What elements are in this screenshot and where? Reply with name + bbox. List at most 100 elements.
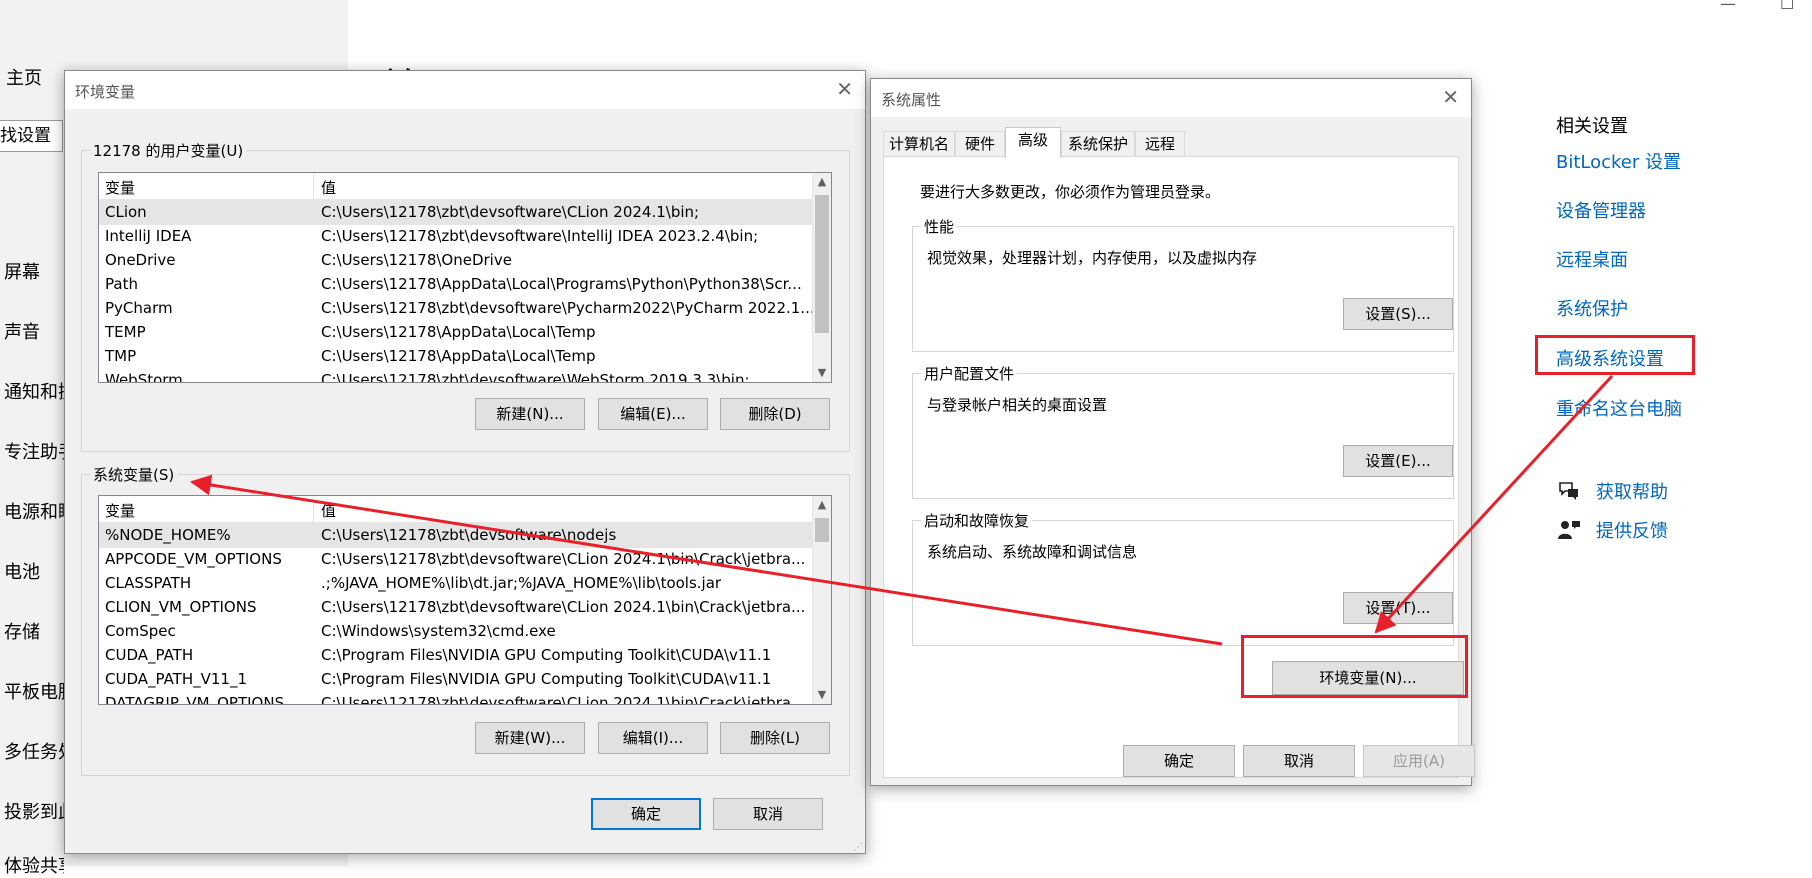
table-row[interactable]: CLION_VM_OPTIONS C:\Users\12178\zbt\devso… bbox=[99, 595, 813, 620]
sidebar-item-tablet[interactable]: 平板电脑 bbox=[4, 678, 64, 704]
highlight-advanced-settings-box bbox=[1535, 335, 1695, 375]
sidebar-item-battery[interactable]: 电池 bbox=[4, 558, 64, 584]
table-row[interactable]: APPCODE_VM_OPTIONS C:\Users\12178\zbt\dev… bbox=[99, 547, 813, 572]
table-row[interactable]: OneDrive C:\Users\12178\OneDrive bbox=[99, 248, 813, 273]
column-header-value[interactable]: 值 bbox=[321, 500, 336, 521]
column-divider bbox=[313, 496, 314, 522]
env-cancel-button[interactable]: 取消 bbox=[713, 798, 823, 830]
table-row[interactable]: PyCharm C:\Users\12178\zbt\devsoftware\Py… bbox=[99, 296, 813, 321]
performance-label: 性能 bbox=[921, 216, 958, 237]
admin-note: 要进行大多数更改，你必须作为管理员登录。 bbox=[920, 183, 1221, 201]
resize-grip-icon[interactable]: ⋰ bbox=[853, 842, 863, 853]
sidebar-item-sound[interactable]: 声音 bbox=[4, 318, 64, 344]
sidebar-item-multitasking[interactable]: 多任务处理 bbox=[4, 738, 64, 764]
table-row[interactable]: DATAGRIP_VM_OPTIONS C:\Users\12178\zbt\de… bbox=[99, 691, 813, 704]
table-row[interactable]: TMP C:\Users\12178\AppData\Local\Temp bbox=[99, 344, 813, 369]
table-row[interactable]: CUDA_PATH_V11_1 C:\Program Files\NVIDIA G… bbox=[99, 667, 813, 692]
performance-description: 视觉效果，处理器计划，内存使用，以及虚拟内存 bbox=[927, 249, 1258, 267]
sys-dialog-title: 系统属性 bbox=[881, 91, 942, 109]
environment-variables-dialog: 环境变量 ✕ 12178 的用户变量(U) 变量 值 CLion C:\Users… bbox=[64, 70, 866, 854]
system-list-scrollbar[interactable]: ▲ ▼ bbox=[812, 496, 831, 704]
sidebar-item-focus[interactable]: 专注助手 bbox=[4, 438, 64, 464]
system-protection-link[interactable]: 系统保护 bbox=[1556, 295, 1628, 321]
scroll-thumb[interactable] bbox=[815, 195, 829, 333]
tab-remote[interactable]: 远程 bbox=[1135, 131, 1185, 157]
get-help-link[interactable]: 获取帮助 bbox=[1556, 478, 1668, 504]
performance-settings-button[interactable]: 设置(S)... bbox=[1343, 298, 1453, 330]
get-help-label: 获取帮助 bbox=[1596, 482, 1668, 503]
sidebar-item-notifications[interactable]: 通知和操作 bbox=[4, 378, 64, 404]
table-row[interactable]: %NODE_HOME% C:\Users\12178\zbt\devsoftwar… bbox=[99, 523, 813, 548]
sidebar-home[interactable]: 主页 bbox=[6, 64, 42, 90]
sys-ok-button[interactable]: 确定 bbox=[1123, 745, 1235, 777]
user-list-scrollbar[interactable]: ▲ ▼ bbox=[812, 173, 831, 382]
list-header: 变量 值 bbox=[99, 173, 813, 200]
startup-recovery-group: 启动和故障恢复 系统启动、系统故障和调试信息 设置(T)... bbox=[912, 510, 1454, 646]
user-edit-button[interactable]: 编辑(E)... bbox=[598, 398, 708, 430]
table-row[interactable]: TEMP C:\Users\12178\AppData\Local\Temp bbox=[99, 320, 813, 345]
highlight-env-button-box bbox=[1241, 635, 1468, 698]
user-profiles-description: 与登录帐户相关的桌面设置 bbox=[927, 396, 1108, 414]
column-header-value[interactable]: 值 bbox=[321, 177, 336, 198]
related-settings-title: 相关设置 bbox=[1556, 116, 1628, 137]
user-variables-label: 12178 的用户变量(U) bbox=[90, 140, 247, 161]
sidebar-item-power[interactable]: 电源和睡眠 bbox=[4, 498, 64, 524]
minimize-icon[interactable]: — bbox=[1720, 0, 1736, 13]
sidebar-item-shared[interactable]: 体验共享 bbox=[4, 852, 64, 878]
scroll-thumb[interactable] bbox=[815, 518, 829, 542]
user-new-button[interactable]: 新建(N)... bbox=[475, 398, 585, 430]
user-profiles-group: 用户配置文件 与登录帐户相关的桌面设置 设置(E)... bbox=[912, 363, 1454, 499]
column-header-name[interactable]: 变量 bbox=[105, 500, 135, 521]
scroll-down-icon[interactable]: ▼ bbox=[813, 364, 831, 382]
system-new-button[interactable]: 新建(W)... bbox=[475, 722, 585, 754]
table-row[interactable]: CLion C:\Users\12178\zbt\devsoftware\CLio… bbox=[99, 200, 813, 225]
user-delete-button[interactable]: 删除(D) bbox=[720, 398, 830, 430]
table-row[interactable]: WebStorm C:\Users\12178\zbt\devsoftware\W… bbox=[99, 368, 813, 382]
sidebar-item-projecting[interactable]: 投影到此电脑 bbox=[4, 798, 64, 824]
sys-apply-button[interactable]: 应用(A) bbox=[1363, 745, 1475, 777]
scroll-up-icon[interactable]: ▲ bbox=[813, 496, 831, 514]
user-variables-list[interactable]: 变量 值 CLion C:\Users\12178\zbt\devsoftware… bbox=[98, 172, 832, 383]
remote-desktop-link[interactable]: 远程桌面 bbox=[1556, 246, 1628, 272]
table-row[interactable]: CUDA_PATH C:\Program Files\NVIDIA GPU Com… bbox=[99, 643, 813, 668]
settings-search-input[interactable]: 找设置 bbox=[0, 120, 63, 152]
env-dialog-titlebar: 环境变量 ✕ bbox=[65, 71, 865, 109]
sidebar-item-storage[interactable]: 存储 bbox=[4, 618, 64, 644]
column-header-name[interactable]: 变量 bbox=[105, 177, 135, 198]
user-profiles-settings-button[interactable]: 设置(E)... bbox=[1343, 445, 1453, 477]
system-variables-list[interactable]: 变量 值 %NODE_HOME% C:\Users\12178\zbt\devso… bbox=[98, 495, 832, 705]
system-delete-button[interactable]: 删除(L) bbox=[720, 722, 830, 754]
env-ok-button[interactable]: 确定 bbox=[591, 798, 701, 830]
sys-cancel-button[interactable]: 取消 bbox=[1243, 745, 1355, 777]
close-icon[interactable]: ✕ bbox=[836, 77, 853, 101]
startup-recovery-description: 系统启动、系统故障和调试信息 bbox=[927, 543, 1138, 561]
tab-system-protection[interactable]: 系统保护 bbox=[1061, 131, 1135, 157]
table-row[interactable]: IntelliJ IDEA C:\Users\12178\zbt\devsoftw… bbox=[99, 224, 813, 249]
startup-recovery-label: 启动和故障恢复 bbox=[921, 510, 1033, 531]
help-chat-icon bbox=[1556, 480, 1582, 502]
scroll-down-icon[interactable]: ▼ bbox=[813, 686, 831, 704]
scroll-up-icon[interactable]: ▲ bbox=[813, 173, 831, 191]
sidebar-item-display[interactable]: 屏幕 bbox=[4, 258, 64, 284]
performance-group: 性能 视觉效果，处理器计划，内存使用，以及虚拟内存 设置(S)... bbox=[912, 216, 1454, 352]
feedback-link[interactable]: 提供反馈 bbox=[1556, 517, 1668, 543]
startup-recovery-settings-button[interactable]: 设置(T)... bbox=[1343, 592, 1453, 624]
table-row[interactable]: Path C:\Users\12178\AppData\Local\Program… bbox=[99, 272, 813, 297]
tab-advanced[interactable]: 高级 bbox=[1005, 127, 1061, 158]
feedback-label: 提供反馈 bbox=[1596, 521, 1668, 542]
user-profiles-label: 用户配置文件 bbox=[921, 363, 1018, 384]
system-edit-button[interactable]: 编辑(I)... bbox=[598, 722, 708, 754]
sys-dialog-titlebar: 系统属性 ✕ bbox=[871, 79, 1471, 117]
feedback-person-icon bbox=[1556, 519, 1582, 541]
close-icon[interactable]: ✕ bbox=[1442, 85, 1459, 109]
bitlocker-link[interactable]: BitLocker 设置 bbox=[1556, 148, 1681, 174]
table-row[interactable]: CLASSPATH .;%JAVA_HOME%\lib\dt.jar;%JAVA_… bbox=[99, 571, 813, 596]
tab-computer-name[interactable]: 计算机名 bbox=[883, 131, 955, 157]
rename-pc-link[interactable]: 重命名这台电脑 bbox=[1556, 395, 1682, 421]
tab-hardware[interactable]: 硬件 bbox=[955, 131, 1005, 157]
table-row[interactable]: ComSpec C:\Windows\system32\cmd.exe bbox=[99, 619, 813, 644]
system-variables-label: 系统变量(S) bbox=[90, 464, 178, 485]
device-manager-link[interactable]: 设备管理器 bbox=[1556, 197, 1646, 223]
env-dialog-title: 环境变量 bbox=[75, 83, 136, 101]
maximize-icon[interactable]: ☐ bbox=[1780, 0, 1794, 13]
